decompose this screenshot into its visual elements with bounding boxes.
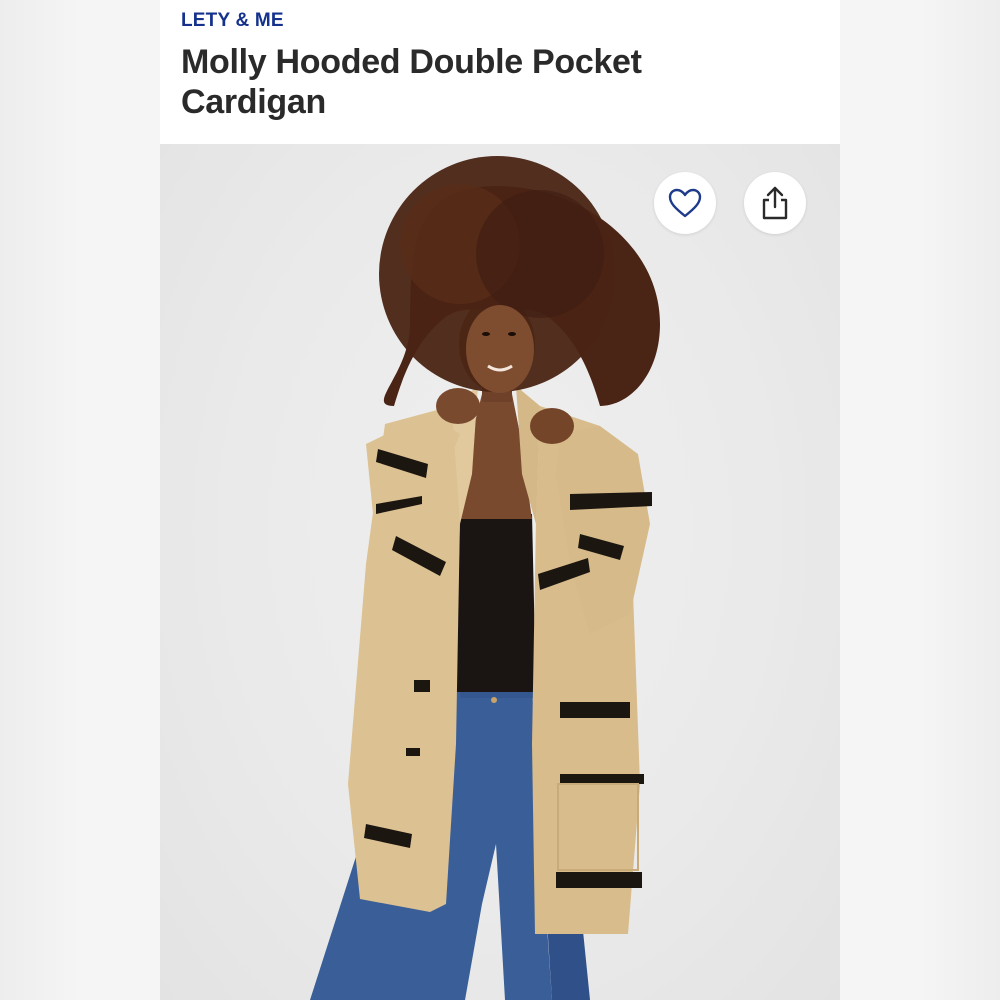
product-image-container[interactable] — [160, 144, 840, 1000]
product-image — [310, 156, 660, 1000]
heart-icon — [667, 187, 703, 219]
product-title: Molly Hooded Double Pocket Cardigan — [181, 43, 642, 121]
page: LETY & ME Molly Hooded Double Pocket Car… — [0, 0, 1000, 1000]
favorite-button[interactable] — [654, 172, 716, 234]
brand-name[interactable]: LETY & ME — [181, 10, 284, 32]
share-button[interactable] — [744, 172, 806, 234]
product-header: LETY & ME Molly Hooded Double Pocket Car… — [160, 0, 840, 144]
product-card: LETY & ME Molly Hooded Double Pocket Car… — [160, 0, 840, 1000]
share-icon — [760, 185, 790, 221]
